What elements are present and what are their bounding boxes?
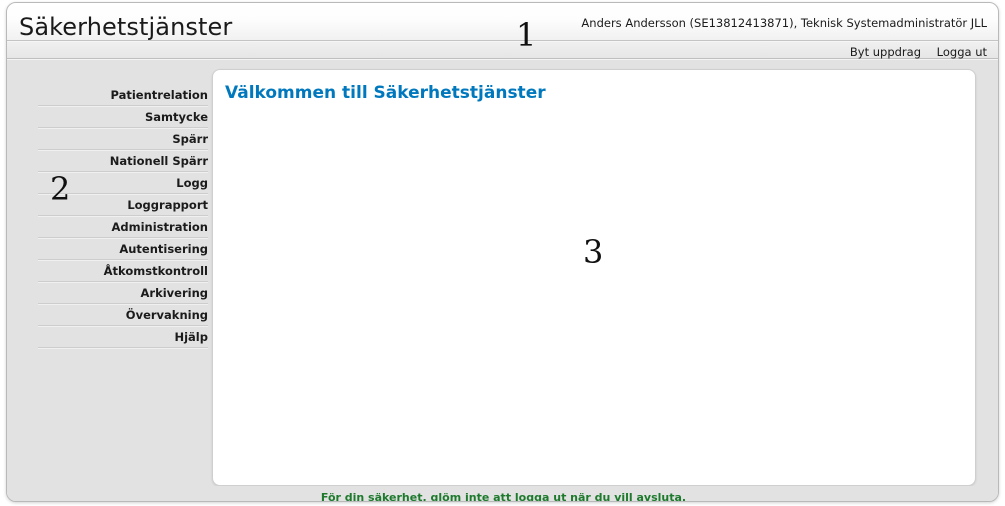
page-body: Patientrelation Samtycke Spärr Nationell… — [7, 60, 998, 502]
sidebar-item-samtycke[interactable]: Samtycke — [38, 106, 208, 128]
sidebar-item-sparr[interactable]: Spärr — [38, 128, 208, 150]
sidebar-item-label: Administration — [111, 220, 209, 234]
application-window: Säkerhetstjänster Anders Andersson (SE13… — [6, 2, 999, 502]
footer-security-message: För din säkerhet, glöm inte att logga ut… — [320, 491, 687, 502]
sidebar-item-label: Autentisering — [119, 242, 208, 256]
sidebar-item-logg[interactable]: Logg — [38, 172, 208, 194]
sidebar-item-loggrapport[interactable]: Loggrapport — [38, 194, 208, 216]
sidebar-item-label: Patientrelation — [110, 88, 208, 102]
sidebar-item-arkivering[interactable]: Arkivering — [38, 282, 208, 304]
sidebar-item-label: Loggrapport — [127, 198, 208, 212]
sidebar-item-patientrelation[interactable]: Patientrelation — [38, 84, 208, 106]
sidebar-item-label: Nationell Spärr — [109, 154, 208, 168]
main-content-panel: Välkommen till Säkerhetstjänster — [212, 69, 976, 486]
header-divider — [7, 40, 998, 41]
sidebar-item-label: Åtkomstkontroll — [103, 264, 208, 278]
sidebar-item-nationell-sparr[interactable]: Nationell Spärr — [38, 150, 208, 172]
sidebar-item-hjalp[interactable]: Hjälp — [38, 326, 208, 348]
byt-uppdrag-link[interactable]: Byt uppdrag — [850, 45, 921, 59]
header-links: Byt uppdrag Logga ut — [838, 45, 987, 59]
sidebar-item-label: Logg — [176, 176, 208, 190]
page-title: Välkommen till Säkerhetstjänster — [225, 83, 546, 103]
sidebar-item-label: Samtycke — [145, 110, 208, 124]
app-title: Säkerhetstjänster — [19, 13, 233, 41]
sidebar-item-overvakning[interactable]: Övervakning — [38, 304, 208, 326]
page-header: Säkerhetstjänster Anders Andersson (SE13… — [7, 3, 998, 60]
sidebar-item-atkomstkontroll[interactable]: Åtkomstkontroll — [38, 260, 208, 282]
sidebar-item-label: Övervakning — [125, 308, 208, 322]
sidebar-item-label: Arkivering — [140, 286, 209, 300]
sidebar-navigation: Patientrelation Samtycke Spärr Nationell… — [38, 84, 208, 348]
logga-ut-link[interactable]: Logga ut — [937, 45, 987, 59]
sidebar-item-label: Hjälp — [174, 330, 208, 344]
page-footer: För din säkerhet, glöm inte att logga ut… — [7, 486, 998, 502]
sidebar-item-label: Spärr — [172, 132, 208, 146]
sidebar-item-administration[interactable]: Administration — [38, 216, 208, 238]
sidebar-item-autentisering[interactable]: Autentisering — [38, 238, 208, 260]
logged-in-user-info: Anders Andersson (SE13812413871), Teknis… — [581, 16, 987, 30]
